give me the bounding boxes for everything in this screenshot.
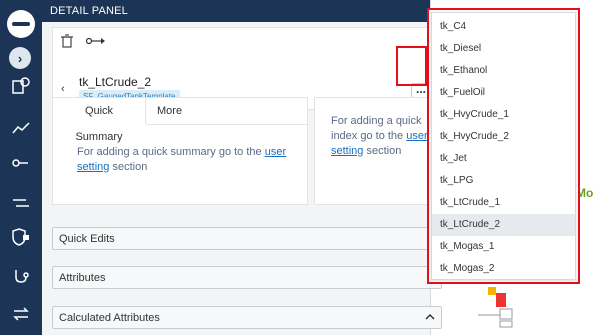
trash-icon[interactable] <box>61 34 73 48</box>
panel-title: DETAIL PANEL <box>50 5 128 17</box>
accordion-label: Calculated Attributes <box>59 312 160 324</box>
tab-more[interactable]: More <box>149 98 190 124</box>
index-message-suffix: section <box>363 145 402 157</box>
dropdown-item[interactable]: tk_C4 <box>432 16 575 38</box>
more-button-highlight <box>396 46 427 86</box>
dropdown-item[interactable]: tk_LtCrude_1 <box>432 192 575 214</box>
expand-nav-icon[interactable]: › <box>9 47 31 69</box>
accordion-quick-edits[interactable]: Quick Edits <box>52 227 442 250</box>
dropdown-item[interactable]: tk_Diesel <box>432 38 575 60</box>
index-message: For adding a quick index go to the user … <box>331 114 429 159</box>
back-icon[interactable]: ‹ <box>61 83 65 95</box>
summary-message-text: For adding a quick summary go to the <box>77 146 265 158</box>
swap-icon[interactable] <box>10 192 32 214</box>
dropdown-item[interactable]: tk_HvyCrude_1 <box>432 104 575 126</box>
detail-panel-header: DETAIL PANEL <box>42 0 430 22</box>
trend-icon[interactable] <box>10 117 32 139</box>
quick-summary-card: Quick Summary More For adding a quick su… <box>52 97 308 205</box>
entity-name: tk_LtCrude_2 <box>79 75 152 89</box>
entity-dropdown: tk_C4 tk_Diesel tk_Ethanol tk_FuelOil tk_Hvy… <box>427 8 580 284</box>
dropdown-item[interactable]: tk_FuelOil <box>432 82 575 104</box>
dropdown-item[interactable]: tk_LPG <box>432 170 575 192</box>
dropdown-item[interactable]: tk_Mogas_2 <box>432 258 575 279</box>
health-icon[interactable] <box>10 266 32 288</box>
shield-lock-icon[interactable] <box>10 226 32 248</box>
accordion-attributes[interactable]: Attributes <box>52 266 442 289</box>
tab-divider <box>146 124 307 125</box>
dropdown-item[interactable]: tk_LtCrude_2 <box>432 214 575 236</box>
accordion-label: Quick Edits <box>59 233 115 245</box>
accordion-label: Attributes <box>59 272 106 284</box>
tab-quick-summary[interactable]: Quick Summary <box>53 98 146 143</box>
diagram-thumbnail-icon[interactable] <box>470 285 530 330</box>
dropdown-item[interactable]: tk_Jet <box>432 148 575 170</box>
left-nav: › <box>0 0 42 335</box>
transfer-icon[interactable] <box>10 303 32 325</box>
dropdown-item[interactable]: tk_Ethanol <box>432 60 575 82</box>
dropdown-item[interactable]: tk_Mogas_1 <box>432 236 575 258</box>
summary-message-suffix: section <box>109 161 148 173</box>
chevron-up-icon[interactable] <box>423 310 437 324</box>
accordion-calculated-attributes[interactable]: Calculated Attributes <box>52 306 442 329</box>
gear-doc-icon[interactable] <box>10 75 32 97</box>
quick-index-card: For adding a quick index go to the user … <box>314 97 430 205</box>
connector-icon[interactable] <box>10 152 32 174</box>
dropdown-item[interactable]: tk_HvyCrude_2 <box>432 126 575 148</box>
app-logo-icon[interactable] <box>7 10 35 38</box>
dropdown-list: tk_C4 tk_Diesel tk_Ethanol tk_FuelOil tk_Hvy… <box>431 12 576 280</box>
summary-message: For adding a quick summary go to the use… <box>77 145 292 175</box>
relation-icon[interactable] <box>86 37 106 45</box>
